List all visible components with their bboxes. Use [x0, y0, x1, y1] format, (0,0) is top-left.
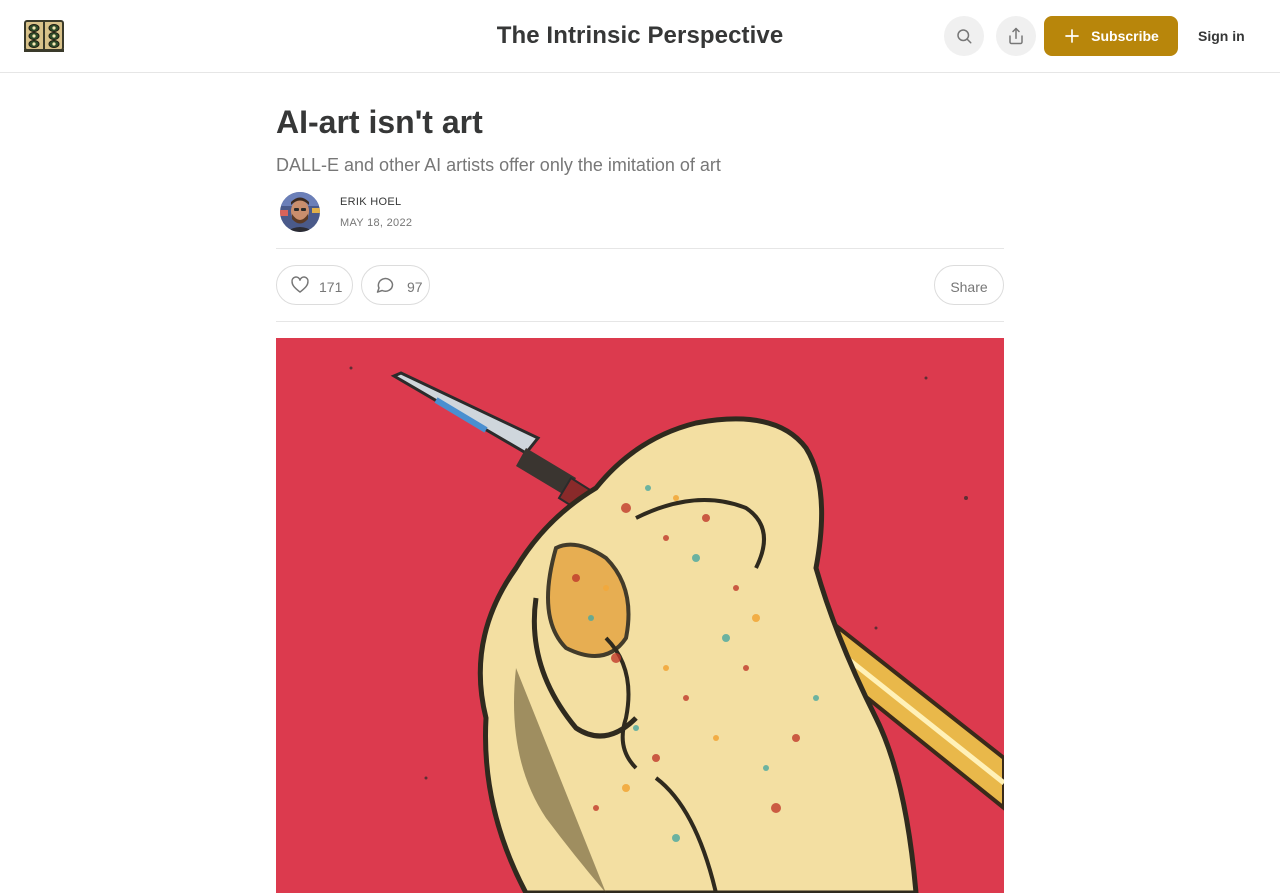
- subscribe-button[interactable]: Subscribe: [1044, 16, 1178, 56]
- share-button[interactable]: Share: [934, 265, 1004, 305]
- author-avatar[interactable]: [280, 192, 320, 232]
- author-name[interactable]: ERIK HOEL: [340, 196, 401, 208]
- comments-button[interactable]: 97: [361, 265, 430, 305]
- heart-icon: [291, 276, 309, 293]
- share-page-button[interactable]: [996, 16, 1036, 56]
- comment-count: 97: [407, 278, 423, 295]
- like-button[interactable]: 171: [276, 265, 353, 305]
- subscribe-label: Subscribe: [1091, 28, 1159, 44]
- article-title: AI-art isn't art: [276, 104, 483, 140]
- comment-icon: [376, 277, 394, 293]
- article-subtitle: DALL-E and other AI artists offer only t…: [276, 155, 721, 175]
- share-label: Share: [950, 278, 988, 295]
- divider: [276, 248, 1004, 249]
- like-count: 171: [319, 278, 343, 295]
- share-icon: [1009, 27, 1023, 45]
- hero-image: [276, 338, 1004, 893]
- sign-in-link[interactable]: Sign in: [1198, 28, 1245, 44]
- divider: [276, 321, 1004, 322]
- search-button[interactable]: [944, 16, 984, 56]
- plus-icon: [1065, 29, 1079, 43]
- top-nav-bar: The Intrinsic Perspective Subscribe Sign…: [0, 0, 1280, 73]
- search-icon: [957, 29, 972, 44]
- book-logo-icon[interactable]: [24, 18, 64, 53]
- publication-title[interactable]: The Intrinsic Perspective: [497, 22, 784, 49]
- post-date: MAY 18, 2022: [340, 217, 413, 229]
